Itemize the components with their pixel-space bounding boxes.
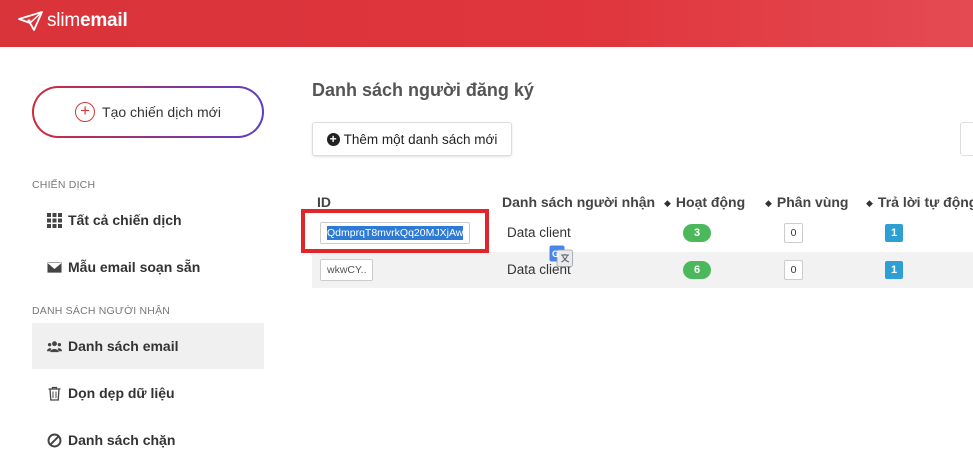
segments-count-badge: 0 xyxy=(784,260,803,280)
app-logo[interactable]: slimemail xyxy=(18,10,128,32)
table-row: wkwCY.. Data client 6 0 1 xyxy=(312,252,973,288)
segments-count-badge: 0 xyxy=(784,223,803,243)
column-header-autoresponders[interactable]: ◆ Trả lời tự động xyxy=(866,194,973,210)
autoresponders-count-badge: 1 xyxy=(885,224,903,242)
grid-icon xyxy=(46,212,62,228)
recipients-section-title: DANH SÁCH NGƯỜI NHẬN xyxy=(32,305,171,317)
sidebar-item-label: Mẫu email soạn sẵn xyxy=(68,259,201,275)
plus-circle-icon: + xyxy=(326,132,340,146)
users-icon xyxy=(46,338,62,354)
list-name-link[interactable]: Data client xyxy=(507,225,571,240)
active-count-badge: 3 xyxy=(683,224,711,242)
sidebar-item-email-lists[interactable]: Danh sách email xyxy=(32,323,264,369)
sort-icon: ◆ xyxy=(664,198,671,208)
trash-icon xyxy=(46,385,62,401)
create-campaign-button[interactable]: + Tạo chiến dịch mới xyxy=(32,86,264,138)
envelope-icon xyxy=(46,259,62,275)
column-header-segments[interactable]: ◆ Phân vùng xyxy=(765,194,848,210)
page-title: Danh sách người đăng ký xyxy=(312,80,534,100)
logo-text: slimemail xyxy=(47,10,128,31)
sort-icon: ◆ xyxy=(866,198,873,208)
top-bar: slimemail xyxy=(0,0,973,47)
autoresponders-count-badge: 1 xyxy=(885,261,903,279)
plus-circle-icon: + xyxy=(75,102,96,122)
translate-icon[interactable]: G xyxy=(549,245,573,267)
sidebar-item-all-campaigns[interactable]: Tất cả chiến dịch xyxy=(32,197,264,243)
add-list-button[interactable]: + Thêm một danh sách mới xyxy=(312,122,512,156)
list-id-field[interactable]: QdmprqT8mvrkQq20MJXjAw xyxy=(320,222,471,244)
sidebar-item-label: Danh sách chặn xyxy=(68,432,176,448)
paper-plane-logo-icon xyxy=(18,11,43,31)
column-header-recipient-list[interactable]: Danh sách người nhận xyxy=(502,194,655,210)
table-row: QdmprqT8mvrkQq20MJXjAw Data client 3 0 1 xyxy=(312,215,973,251)
toolbar-right-control[interactable] xyxy=(960,122,973,156)
create-campaign-label: Tạo chiến dịch mới xyxy=(102,104,221,120)
sidebar-item-data-cleanup[interactable]: Dọn dẹp dữ liệu xyxy=(32,370,264,416)
add-list-label: Thêm một danh sách mới xyxy=(343,131,498,147)
column-header-id[interactable]: ID xyxy=(317,194,331,210)
sidebar-item-label: Dọn dẹp dữ liệu xyxy=(68,385,175,401)
campaign-section-title: CHIẾN DỊCH xyxy=(32,179,96,191)
sort-icon: ◆ xyxy=(765,198,772,208)
column-header-active[interactable]: ◆ Hoạt động xyxy=(664,194,745,210)
sidebar-item-label: Danh sách email xyxy=(68,338,179,354)
list-id-field[interactable]: wkwCY.. xyxy=(320,259,374,281)
sidebar-item-label: Tất cả chiến dịch xyxy=(68,212,182,228)
sidebar-item-blocklist[interactable]: Danh sách chặn xyxy=(32,417,264,463)
sidebar-item-email-templates[interactable]: Mẫu email soạn sẵn xyxy=(32,244,264,290)
ban-icon xyxy=(46,432,62,448)
svg-text:G: G xyxy=(552,249,559,259)
active-count-badge: 6 xyxy=(683,261,711,279)
